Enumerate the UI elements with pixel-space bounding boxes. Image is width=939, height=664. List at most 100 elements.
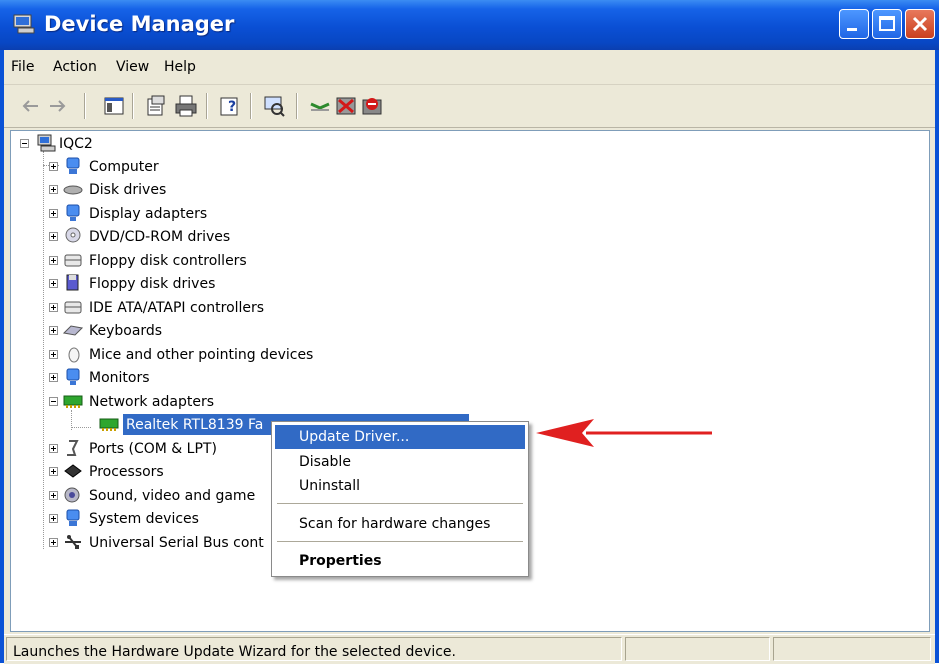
menu-item-label: Update Driver... (299, 429, 410, 445)
expand-icon[interactable] (49, 444, 58, 453)
expand-icon[interactable] (49, 303, 58, 312)
toolbar-separator (206, 93, 208, 119)
toolbar: ? (4, 85, 935, 128)
network-adapter-icon (63, 395, 83, 408)
maximize-button[interactable] (872, 9, 902, 39)
expand-icon[interactable] (49, 162, 58, 171)
help-icon[interactable]: ? (218, 94, 242, 118)
expand-icon[interactable] (49, 538, 58, 547)
minimize-button[interactable] (839, 9, 869, 39)
tree-node-root[interactable]: IQC2 (15, 133, 215, 155)
status-panel: Launches the Hardware Update Wizard for … (6, 637, 622, 661)
expand-icon[interactable] (49, 185, 58, 194)
processor-icon (64, 464, 82, 478)
menu-item-label: Scan for hardware changes (299, 516, 491, 532)
tree-node-network-adapters[interactable]: Network adapters (43, 391, 343, 413)
sound-icon (64, 487, 80, 503)
tree-label: System devices (89, 511, 199, 527)
print-icon[interactable] (174, 94, 198, 118)
menu-item-label: Disable (299, 454, 351, 470)
menu-view[interactable]: View (116, 59, 149, 75)
computer-icon (37, 134, 56, 152)
tree-label: DVD/CD-ROM drives (89, 229, 231, 245)
expand-icon[interactable] (49, 514, 58, 523)
tree-label: IDE ATA/ATAPI controllers (89, 300, 265, 316)
tree-node-computer[interactable]: Computer (43, 156, 343, 178)
controller-icon (64, 254, 82, 267)
mouse-icon (68, 347, 80, 363)
minimize-icon (847, 28, 857, 31)
tree-node-system-devices[interactable]: System devices (43, 508, 283, 530)
expand-icon[interactable] (49, 350, 58, 359)
tree-label: Universal Serial Bus cont (89, 535, 264, 551)
expand-icon[interactable] (49, 491, 58, 500)
tree-label: Keyboards (89, 323, 163, 339)
menu-item-label: Uninstall (299, 478, 361, 494)
computer-icon (66, 157, 80, 174)
context-menu: Update Driver... Disable Uninstall Scan … (271, 421, 529, 577)
tree-node-usb[interactable]: Universal Serial Bus cont (43, 532, 283, 554)
scan-hardware-icon[interactable] (262, 94, 286, 118)
tree-node-monitors[interactable]: Monitors (43, 367, 343, 389)
expand-icon[interactable] (49, 326, 58, 335)
red-arrow-icon (536, 419, 712, 447)
menu-bar: File Action View Help (4, 50, 935, 85)
title-bar[interactable]: Device Manager (0, 0, 939, 50)
forward-arrow-icon[interactable] (46, 94, 70, 118)
window-title: Device Manager (44, 12, 235, 36)
expand-icon[interactable] (49, 209, 58, 218)
floppy-drive-icon (66, 274, 79, 291)
maximize-icon (879, 16, 895, 31)
menu-item-update-driver[interactable]: Update Driver... (275, 425, 525, 449)
tree-node-floppy-drives[interactable]: Floppy disk drives (43, 273, 343, 295)
expand-icon[interactable] (49, 373, 58, 382)
keyboard-icon (63, 325, 83, 336)
status-panel (625, 637, 770, 661)
controller-icon (64, 301, 82, 314)
uninstall-icon[interactable] (334, 94, 358, 118)
collapse-icon[interactable] (20, 139, 29, 148)
update-driver-icon[interactable] (308, 94, 332, 118)
tree-label: Network adapters (89, 394, 214, 410)
menu-help[interactable]: Help (164, 59, 196, 75)
tree-label: Processors (89, 464, 164, 480)
expand-icon[interactable] (49, 256, 58, 265)
menu-item-scan-hardware[interactable]: Scan for hardware changes (275, 512, 525, 536)
tree-node-display-adapters[interactable]: Display adapters (43, 203, 343, 225)
tree-node-mice[interactable]: Mice and other pointing devices (43, 344, 363, 366)
menu-action[interactable]: Action (53, 59, 97, 75)
menu-separator (277, 541, 523, 542)
expand-icon[interactable] (49, 279, 58, 288)
show-hide-console-tree-icon[interactable] (102, 94, 126, 118)
menu-item-properties[interactable]: Properties (275, 549, 525, 573)
system-device-icon (66, 509, 80, 526)
back-arrow-icon[interactable] (18, 94, 42, 118)
tree-node-disk-drives[interactable]: Disk drives (43, 179, 343, 201)
collapse-icon[interactable] (49, 397, 58, 406)
tree-label: Disk drives (89, 182, 167, 198)
tree-node-dvd-cd-rom[interactable]: DVD/CD-ROM drives (43, 226, 343, 248)
menu-file[interactable]: File (11, 59, 34, 75)
tree-node-keyboards[interactable]: Keyboards (43, 320, 343, 342)
cd-drive-icon (65, 227, 81, 243)
disk-drive-icon (63, 185, 83, 195)
expand-icon[interactable] (49, 232, 58, 241)
tree-line (71, 427, 91, 428)
menu-item-uninstall[interactable]: Uninstall (275, 474, 525, 498)
close-button[interactable] (905, 9, 935, 39)
display-adapter-icon (66, 204, 80, 221)
tree-label: Realtek RTL8139 Fa (126, 417, 264, 433)
close-icon (912, 16, 928, 32)
disable-icon[interactable] (360, 94, 384, 118)
toolbar-separator (250, 93, 252, 119)
tree-label: Monitors (89, 370, 150, 386)
menu-item-disable[interactable]: Disable (275, 450, 525, 474)
properties-icon[interactable] (144, 94, 168, 118)
tree-node-sound[interactable]: Sound, video and game (43, 485, 283, 507)
tree-node-floppy-controllers[interactable]: Floppy disk controllers (43, 250, 343, 272)
tree-label: IQC2 (59, 136, 93, 152)
expand-icon[interactable] (49, 467, 58, 476)
svg-text:?: ? (228, 99, 236, 115)
tree-label: Computer (89, 159, 159, 175)
tree-node-ide-controllers[interactable]: IDE ATA/ATAPI controllers (43, 297, 343, 319)
